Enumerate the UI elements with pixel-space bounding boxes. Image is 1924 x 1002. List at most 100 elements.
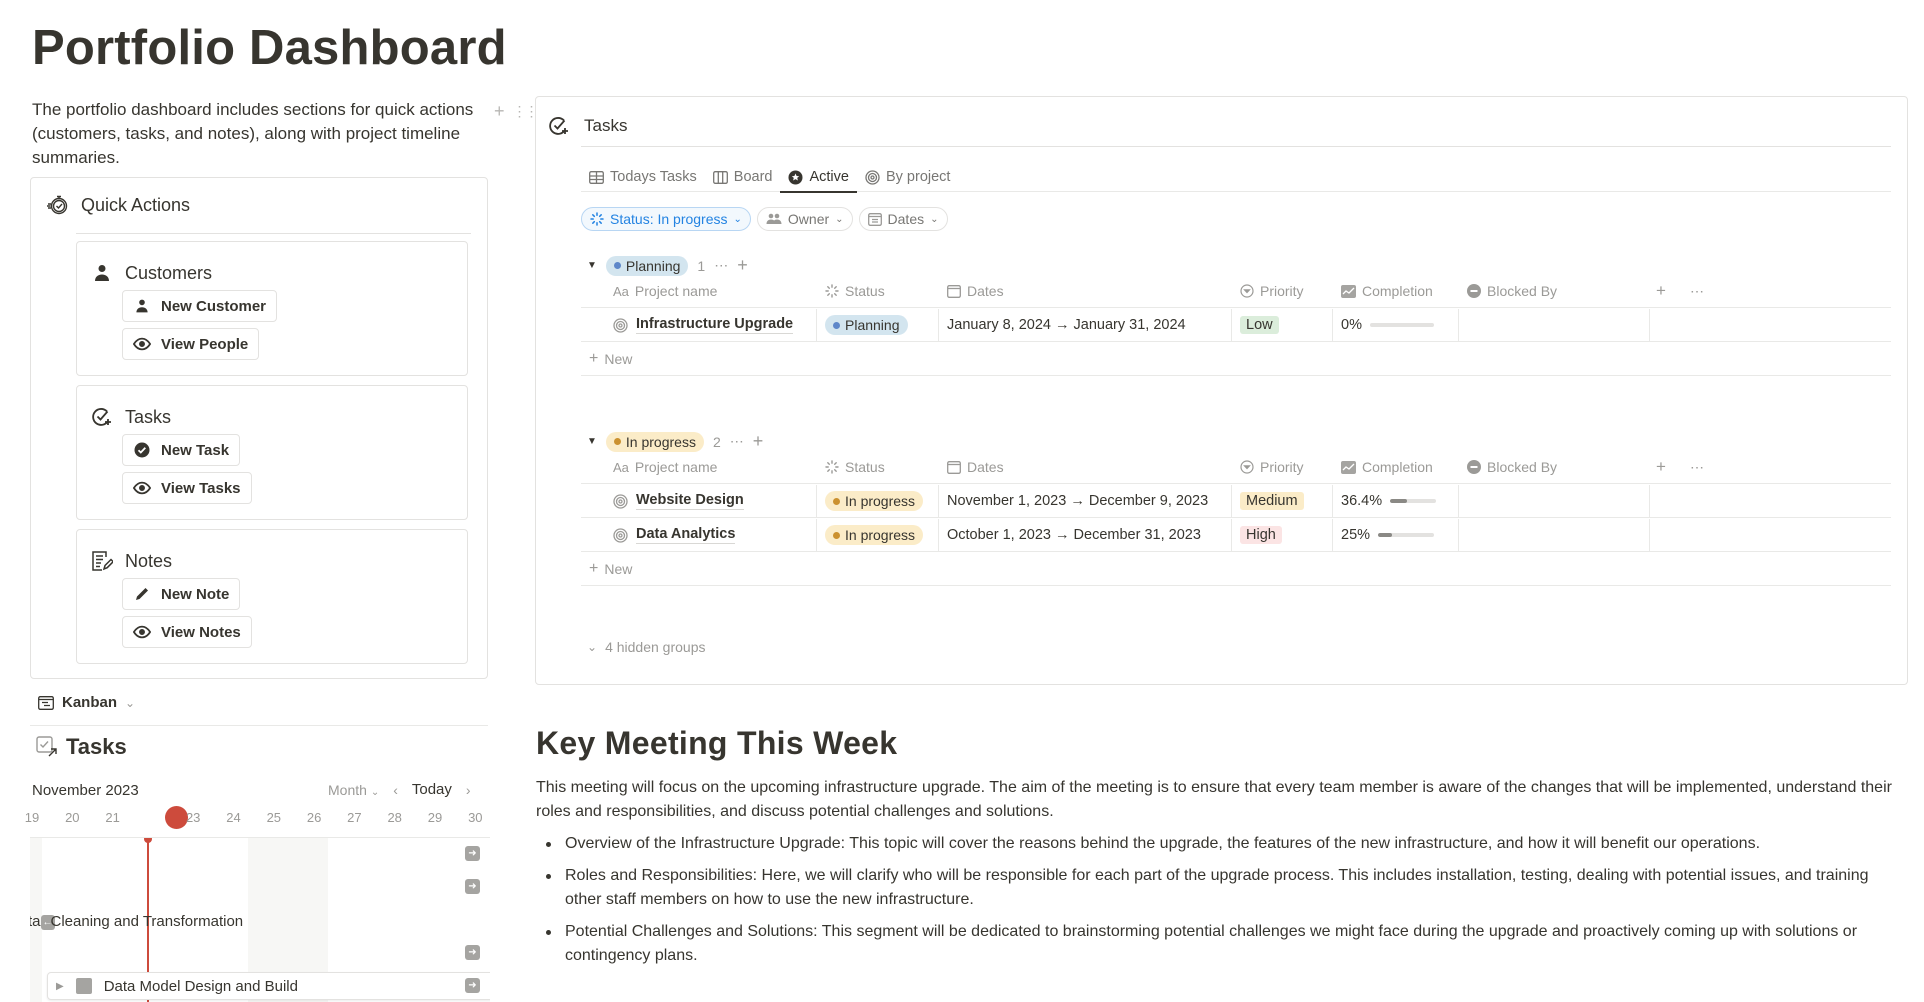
drag-handle-icon[interactable]: ⋮⋮ [513, 102, 539, 120]
project-name-cell[interactable]: Data Analytics [581, 519, 817, 551]
project-name-link[interactable]: Website Design [636, 492, 744, 510]
column-header-status[interactable]: Status [817, 275, 939, 307]
column-header-dates[interactable]: Dates [939, 451, 1232, 483]
project-name-cell[interactable]: Website Design [581, 485, 817, 517]
priority-cell[interactable]: Low [1232, 309, 1333, 341]
prev-arrow-icon[interactable]: ‹ [393, 782, 398, 798]
scroll-to-item-icon[interactable]: ➜ [465, 846, 480, 861]
column-header-completion[interactable]: Completion [1333, 451, 1459, 483]
add-icon[interactable]: + [753, 431, 764, 452]
column-header-priority[interactable]: Priority [1232, 451, 1333, 483]
eye-icon [133, 623, 151, 641]
scale-dropdown[interactable]: Month ⌄ [328, 782, 379, 798]
column-header-completion[interactable]: Completion [1333, 275, 1459, 307]
blocked-by-cell[interactable] [1459, 519, 1650, 551]
completion-bar-fill [1378, 533, 1393, 537]
more-icon[interactable]: ⋯ [1690, 283, 1704, 300]
tab-todays-tasks[interactable]: Todays Tasks [581, 163, 705, 191]
expand-triangle-icon[interactable]: ▶ [56, 981, 64, 992]
view-tasks-button[interactable]: View Tasks [122, 472, 252, 504]
dates-filter-chip[interactable]: Dates ⌄ [858, 207, 948, 231]
view-notes-button[interactable]: View Notes [122, 616, 252, 648]
owner-filter-chip[interactable]: Owner ⌄ [756, 207, 853, 231]
new-row-button[interactable]: + New [581, 343, 1891, 376]
new-customer-button[interactable]: New Customer [122, 290, 278, 322]
add-icon[interactable]: + [737, 255, 748, 276]
pencil-icon [133, 585, 151, 603]
view-selector[interactable]: Kanban ⌄ [38, 694, 135, 711]
more-icon[interactable]: ⋯ [1690, 459, 1704, 476]
tab-by-project[interactable]: By project [857, 163, 958, 191]
table-row[interactable]: Data Analytics In progress October 1, 2023… [581, 519, 1891, 552]
today-button[interactable]: Today [412, 781, 452, 798]
button-label: New Note [161, 585, 230, 603]
scroll-to-item-icon[interactable]: ➜ [465, 978, 480, 993]
status-cell[interactable]: In progress [817, 519, 939, 551]
new-row-button[interactable]: + New [581, 553, 1891, 586]
table-row[interactable]: Website Design In progress November 1, 202… [581, 485, 1891, 518]
status-cell[interactable]: Planning [817, 309, 939, 341]
next-arrow-icon[interactable]: › [466, 782, 471, 798]
select-icon [1240, 284, 1254, 298]
timeline-day-today: 22 [145, 810, 161, 825]
new-task-button[interactable]: New Task [122, 434, 241, 466]
more-icon[interactable]: ⋯ [714, 257, 728, 274]
timeline-day: 29 [427, 810, 443, 825]
priority-tag: Low [1240, 316, 1279, 334]
timeline-day: 21 [105, 810, 120, 825]
divider [30, 725, 488, 726]
add-property-icon[interactable]: + [1656, 281, 1666, 301]
timeline-month: November 2023 [32, 782, 139, 799]
timeline-item[interactable]: ta←Data Cleaning and TransformationClean… [30, 913, 243, 930]
group-name: In progress [625, 433, 696, 450]
hidden-groups-label: 4 hidden groups [605, 639, 706, 655]
column-header-label: Dates [967, 283, 1004, 299]
status-cell[interactable]: In progress [817, 485, 939, 517]
dates-cell[interactable]: November 1, 2023 → December 9, 2023 [939, 485, 1232, 517]
column-header-project-name[interactable]: Aa Project name [581, 451, 817, 483]
column-header-blocked-by[interactable]: Blocked By [1459, 451, 1650, 483]
text-type-icon: Aa [613, 283, 629, 299]
view-people-button[interactable]: View People [122, 328, 260, 360]
priority-cell[interactable]: High [1232, 519, 1333, 551]
priority-cell[interactable]: Medium [1232, 485, 1333, 517]
empty-cell [1650, 519, 1891, 551]
column-header-label: Project name [634, 459, 718, 475]
collapse-triangle-icon[interactable]: ▼ [587, 260, 597, 271]
customers-section: Customers New Customer View People [76, 241, 468, 376]
blocked-by-cell[interactable] [1459, 485, 1650, 517]
relation-icon [1467, 284, 1481, 298]
more-icon[interactable]: ⋯ [730, 433, 744, 450]
blocked-by-cell[interactable] [1459, 309, 1650, 341]
column-header-priority[interactable]: Priority [1232, 275, 1333, 307]
timeline-item[interactable]: ▶ Data Model Design and Build [47, 972, 490, 1000]
column-header-label: Blocked By [1487, 283, 1558, 299]
button-label: View People [161, 335, 249, 353]
column-header-blocked-by[interactable]: Blocked By [1459, 275, 1650, 307]
project-name-cell[interactable]: Infrastructure Upgrade [581, 309, 817, 341]
add-property-icon[interactable]: + [1656, 457, 1666, 477]
timeline-title[interactable]: Tasks [36, 734, 127, 760]
tab-board[interactable]: Board [705, 163, 781, 191]
tab-active[interactable]: Active [780, 163, 857, 193]
column-header-project-name[interactable]: Aa Project name [581, 275, 817, 307]
scroll-to-item-icon[interactable]: ➜ [465, 945, 480, 960]
new-note-button[interactable]: New Note [122, 578, 241, 610]
dates-cell[interactable]: October 1, 2023 → December 31, 2023 [939, 519, 1232, 551]
dates-cell[interactable]: January 8, 2024 → January 31, 2024 [939, 309, 1232, 341]
column-header-dates[interactable]: Dates [939, 275, 1232, 307]
hidden-groups-toggle[interactable]: ⌄ 4 hidden groups [587, 639, 705, 655]
scroll-to-item-icon[interactable]: ➜ [465, 879, 480, 894]
project-name-link[interactable]: Data Analytics [636, 526, 736, 544]
project-name-link[interactable]: Infrastructure Upgrade [636, 316, 794, 334]
note-icon [91, 550, 113, 572]
tasks-panel-header: Tasks [548, 115, 627, 137]
collapse-triangle-icon[interactable]: ▼ [587, 436, 597, 447]
calendar-icon [867, 212, 882, 226]
column-header-status[interactable]: Status [817, 451, 939, 483]
table-icon [589, 170, 604, 184]
add-block-icon[interactable]: + [494, 102, 505, 120]
table-row[interactable]: Infrastructure Upgrade Planning January 8,… [581, 309, 1891, 342]
chevron-down-icon: ⌄ [125, 695, 136, 710]
status-filter-chip[interactable]: Status: In progress ⌄ [581, 207, 751, 231]
